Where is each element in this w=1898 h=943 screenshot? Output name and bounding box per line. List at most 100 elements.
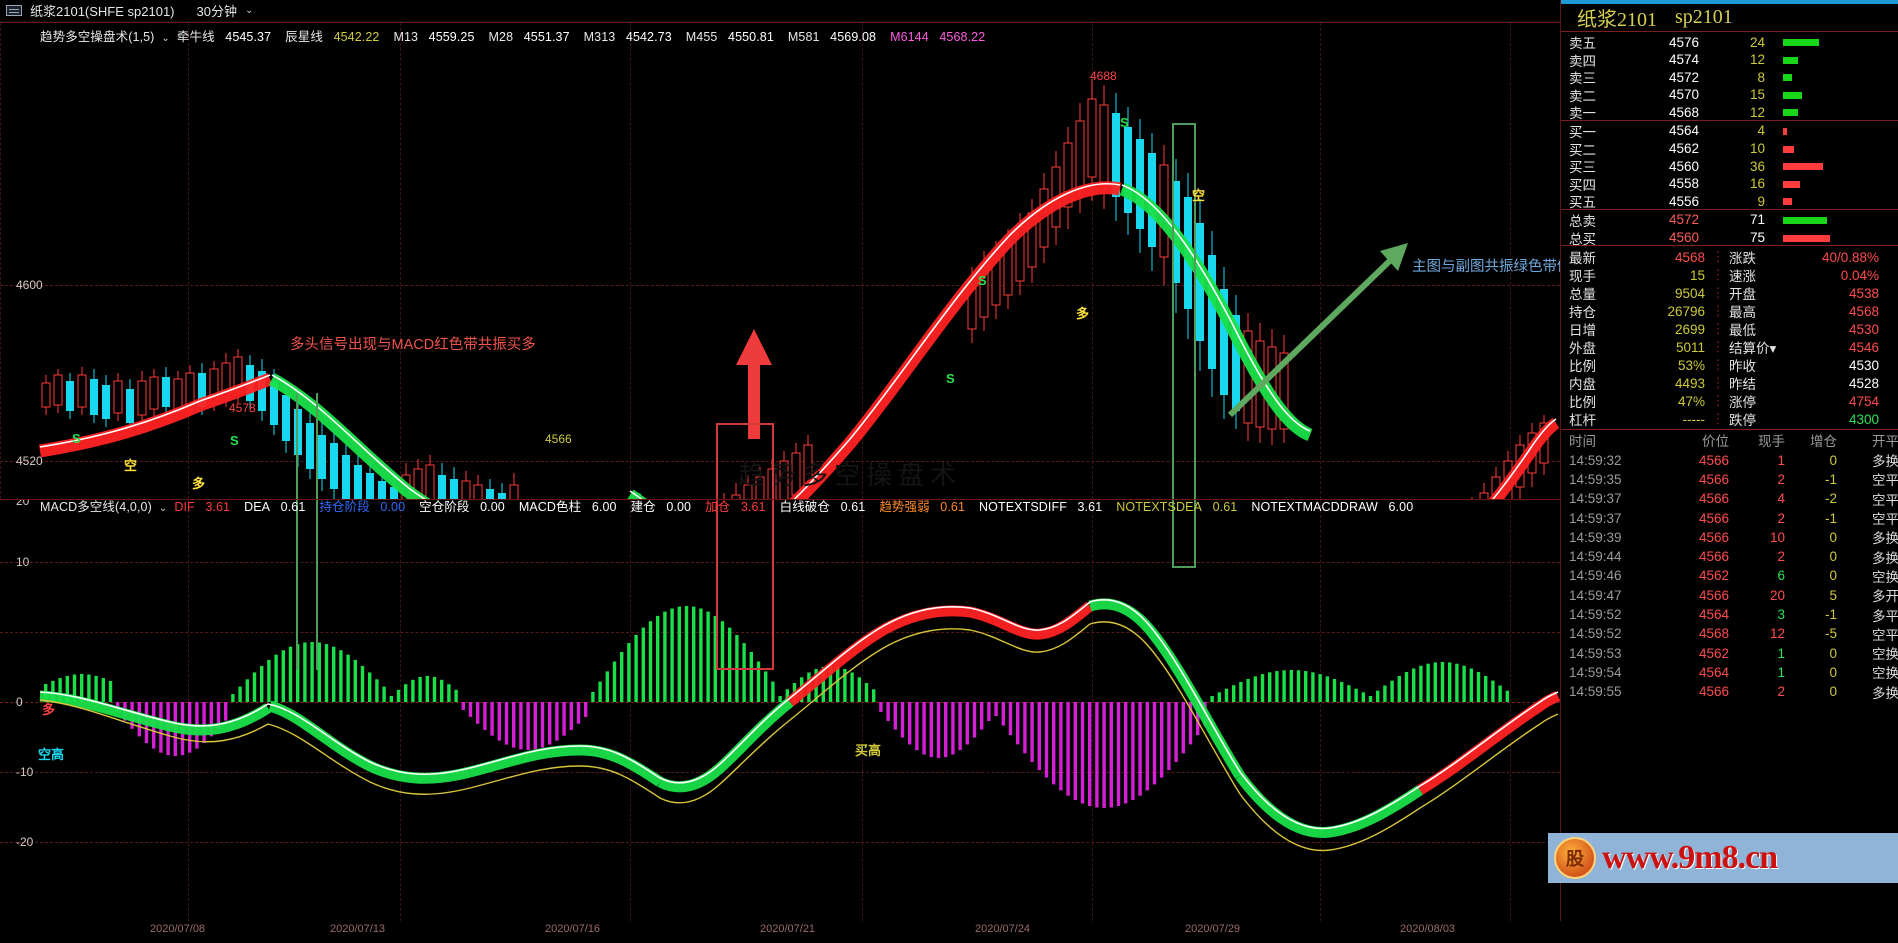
stat-value-2: 4300: [1848, 411, 1879, 427]
tick-time: 14:59:46: [1569, 568, 1622, 584]
tick-open-close: 多换: [1872, 550, 1898, 566]
orderbook-row[interactable]: 卖三 4572 8: [1561, 67, 1898, 86]
tick-table-body[interactable]: 14:59:32 4566 1 0 多换 14:59:35 4566 2 -1 空平 14:59:3…: [1561, 450, 1898, 701]
tick-volume: 20: [1769, 587, 1785, 603]
indicator-field: NOTEXTSDEA 0.61: [1116, 500, 1238, 514]
stat-label-2: 涨跌: [1729, 251, 1756, 267]
price-pane[interactable]: 4600 4520 趋势多空操盘术 趋势多空操盘术(1,5) ⌄ 牵牛线 4545.…: [0, 22, 1560, 500]
tick-row[interactable]: 14:59:35 4566 2 -1 空平: [1561, 469, 1898, 489]
signal-marker: S: [978, 273, 987, 288]
chevron-down-icon[interactable]: ⌄: [159, 503, 167, 514]
tick-time: 14:59:44: [1569, 549, 1622, 565]
orderbook-buy[interactable]: 买一 4564 4 买二 4562 10 买三 4560 36 买四 4558 16 买五 4556 9: [1561, 121, 1898, 210]
quote-title-name: 纸浆2101: [1577, 9, 1657, 31]
tick-row[interactable]: 14:59:53 4562 1 0 空换: [1561, 643, 1898, 663]
price-indicator-line[interactable]: 趋势多空操盘术(1,5) ⌄ 牵牛线 4545.37 辰星线 4542.22 M13 4…: [40, 26, 1560, 44]
orderbook-row[interactable]: 买三 4560 36: [1561, 156, 1898, 175]
price-label: 4578: [229, 401, 256, 415]
stat-label: 外盘: [1569, 341, 1596, 357]
chevron-down-icon[interactable]: ⌄: [245, 5, 253, 16]
orderbook-bar: [1775, 73, 1855, 82]
stat-value-2: 4538: [1848, 285, 1879, 301]
quote-stat-row: 杠杆 ----- ⋮ 跌停 4300: [1561, 409, 1898, 428]
chart-annotation: 多头信号出现与MACD红色带共振买多: [290, 337, 536, 353]
orderbook-row[interactable]: 总卖 4572 71: [1561, 210, 1898, 229]
stat-label-2: 开盘: [1729, 287, 1756, 303]
seal-icon: 股: [1554, 837, 1596, 879]
orderbook-sell[interactable]: 卖五 4576 24 卖四 4574 12 卖三 4572 8 卖二 4570 15 卖一 4568 12: [1561, 32, 1898, 121]
chart-area[interactable]: 4600 4520 趋势多空操盘术 趋势多空操盘术(1,5) ⌄ 牵牛线 4545.…: [0, 22, 1560, 935]
date-axis-label: 2020/07/21: [760, 923, 816, 935]
orderbook-row[interactable]: 卖二 4570 15: [1561, 85, 1898, 104]
tick-row[interactable]: 14:59:32 4566 1 0 多换: [1561, 450, 1898, 470]
orderbook-row[interactable]: 卖四 4574 12: [1561, 50, 1898, 69]
stat-divider: ⋮: [1711, 393, 1725, 409]
tick-row[interactable]: 14:59:52 4568 12 -5 空平: [1561, 624, 1898, 643]
macd-pane[interactable]: 20 10 0 -10 -20 MACD多空线(4,0,0) ⌄ DIF 3.61 D…: [0, 500, 1560, 921]
indicator-field: M28 4551.37: [488, 30, 570, 44]
macd-indicator-line[interactable]: MACD多空线(4,0,0) ⌄ DIF 3.61 DEA 0.61 持仓阶段 0.00…: [40, 500, 1560, 514]
price-label: 4688: [1090, 69, 1117, 83]
tick-row[interactable]: 14:59:44 4566 2 0 多换: [1561, 547, 1898, 566]
quote-stat-row: 比例 53% ⋮ 昨收 4530: [1561, 355, 1898, 375]
tick-row[interactable]: 14:59:47 4566 20 5 多开: [1561, 585, 1898, 605]
orderbook-row[interactable]: 买五 4556 9: [1561, 191, 1898, 210]
tick-row[interactable]: 14:59:46 4562 6 0 空换: [1561, 566, 1898, 585]
orderbook-qty: 75: [1749, 230, 1765, 246]
indicator-field: 空仓阶段 0.00: [419, 500, 505, 514]
tick-row[interactable]: 14:59:37 4566 4 -2 空平: [1561, 489, 1898, 508]
orderbook-bar: [1775, 234, 1855, 242]
indicator-name[interactable]: MACD多空线(4,0,0): [40, 500, 152, 514]
quote-stats: 最新 4568 ⋮ 涨跌 40/0.88% 现手 15 ⋮ 速涨 0.04% 总量 9504 ⋮ 开盘 45…: [1561, 246, 1898, 431]
tick-column-header: 时间: [1569, 434, 1596, 450]
period-label[interactable]: 30分钟: [197, 1, 237, 20]
tick-delta: -1: [1824, 607, 1837, 622]
signal-marker: 空: [124, 458, 138, 473]
macd-bars-layer: [39, 598, 1560, 852]
orderbook-row[interactable]: 卖一 4568 12: [1561, 102, 1898, 121]
orderbook-price: 4576: [1668, 34, 1699, 50]
tick-time: 14:59:37: [1569, 491, 1622, 507]
orderbook-row[interactable]: 卖五 4576 24: [1561, 32, 1898, 51]
tick-delta: 0: [1829, 549, 1837, 565]
tick-row[interactable]: 14:59:52 4564 3 -1 多平: [1561, 605, 1898, 624]
tick-open-close: 空平: [1872, 473, 1898, 489]
indicator-field: 加仓 3.61: [705, 500, 766, 514]
stat-value-2: 4754: [1848, 393, 1879, 409]
orderbook-row[interactable]: 买二 4562 10: [1561, 139, 1898, 158]
stat-label-2: 昨收: [1729, 359, 1756, 375]
tick-row[interactable]: 14:59:55 4566 2 0 多换: [1561, 682, 1898, 701]
tick-row[interactable]: 14:59:37 4566 2 -1 空平: [1561, 508, 1898, 528]
orderbook-qty: 12: [1749, 104, 1765, 120]
indicator-field: 辰星线 4542.22: [285, 30, 380, 44]
stat-divider: ⋮: [1711, 303, 1725, 319]
tick-time: 14:59:53: [1569, 645, 1622, 661]
indicator-field: 持仓阶段 0.00: [319, 500, 406, 514]
stat-divider: ⋮: [1711, 411, 1725, 427]
stat-value-2: 40/0.88%: [1821, 249, 1879, 265]
macd-highlight-left: [296, 500, 318, 670]
orderbook-price: 4572: [1668, 69, 1699, 85]
orderbook-row[interactable]: 买一 4564 4: [1561, 121, 1898, 140]
quote-panel[interactable]: 纸浆2101 sp2101 卖五 4576 24 卖四 4574 12 卖三 4572 8 卖二 4…: [1560, 0, 1898, 921]
tick-volume: 1: [1777, 664, 1785, 680]
indicator-name[interactable]: 趋势多空操盘术(1,5): [40, 30, 154, 44]
chevron-down-icon[interactable]: ⌄: [161, 33, 169, 44]
stat-label-2: 结算价▾: [1729, 341, 1777, 357]
indicator-field: 建仓 0.00: [630, 500, 692, 514]
tick-time: 14:59:37: [1569, 510, 1622, 526]
tick-row[interactable]: 14:59:39 4566 10 0 多换: [1561, 527, 1898, 547]
tick-row[interactable]: 14:59:54 4564 1 0 空换: [1561, 662, 1898, 682]
signal-marker: S: [1120, 115, 1129, 130]
date-axis-label: 2020/07/16: [545, 923, 601, 935]
stat-divider: ⋮: [1711, 375, 1725, 391]
stat-value: 9504: [1674, 285, 1705, 301]
tick-time: 14:59:52: [1569, 607, 1622, 622]
orderbook-row[interactable]: 总买 4560 75: [1561, 228, 1898, 247]
orderbook-row[interactable]: 买四 4558 16: [1561, 174, 1898, 193]
date-axis-label: 2020/07/29: [1185, 923, 1241, 935]
stat-label: 比例: [1569, 395, 1596, 411]
tick-column-header: 开平: [1872, 434, 1898, 450]
tick-table[interactable]: 时间 价位 现手 增仓 开平 14:59:32 4566 1 0 多换 14:59:35 4566 2…: [1561, 430, 1898, 701]
stat-value-2: 4546: [1848, 339, 1879, 355]
